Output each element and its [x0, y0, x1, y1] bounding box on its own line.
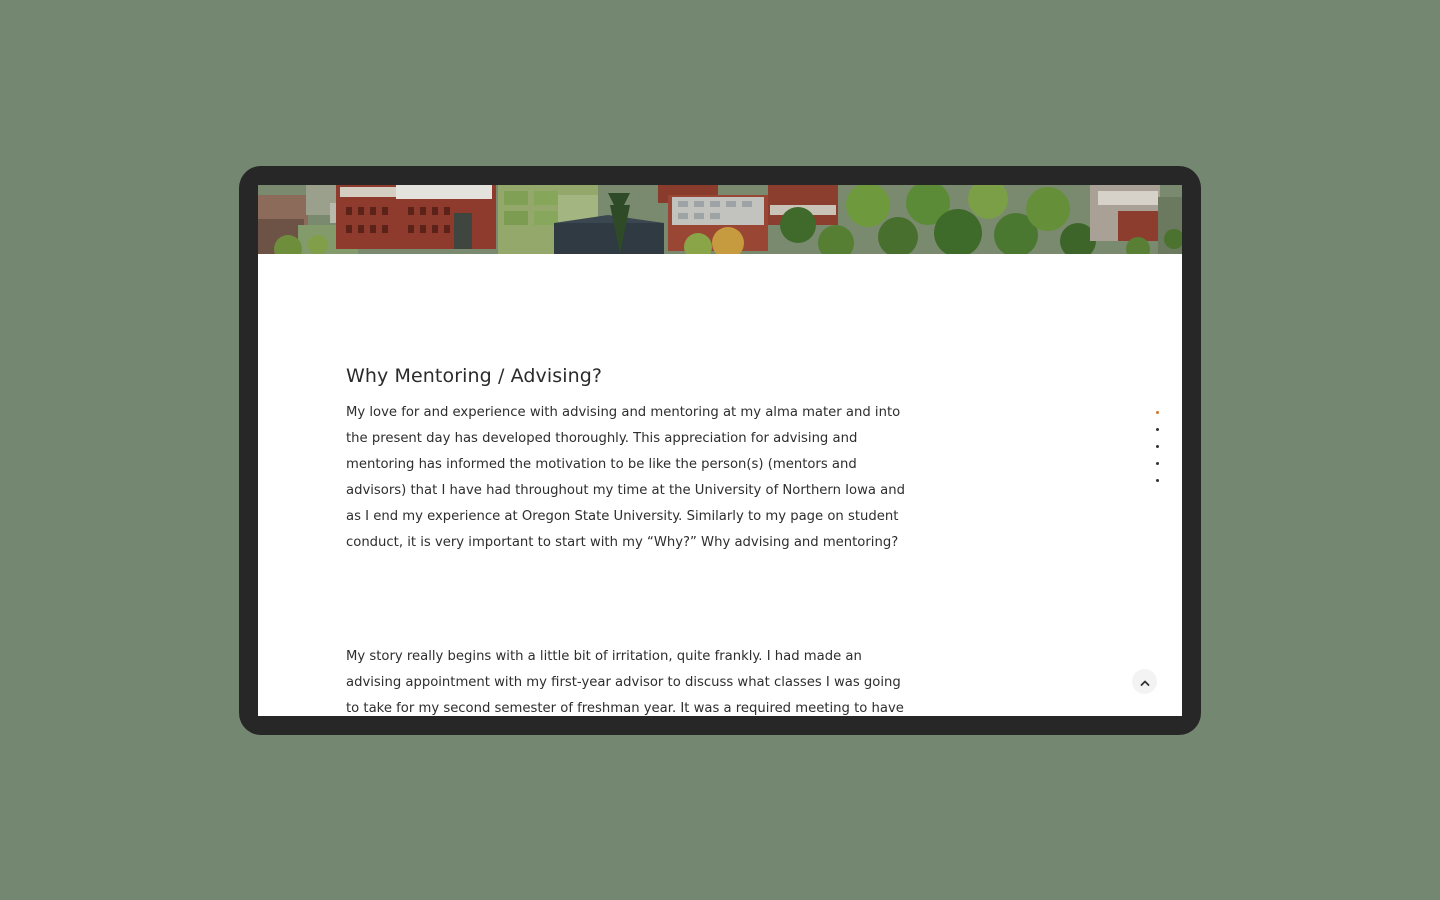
story-paragraph: My story really begins with a little bit… — [346, 649, 904, 716]
chevron-up-icon — [1140, 672, 1150, 691]
section-dot-3[interactable] — [1156, 445, 1159, 448]
browser-screen: Why Mentoring / Advising? My love for an… — [258, 185, 1182, 716]
article-content: Why Mentoring / Advising? My love for an… — [346, 363, 916, 556]
campus-banner-image — [258, 185, 1182, 254]
intro-paragraph: My love for and experience with advising… — [346, 405, 905, 550]
section-dot-1[interactable] — [1156, 411, 1159, 414]
section-dot-4[interactable] — [1156, 462, 1159, 465]
device-frame: Why Mentoring / Advising? My love for an… — [239, 166, 1201, 735]
back-to-top-button[interactable] — [1132, 669, 1157, 694]
section-dot-5[interactable] — [1156, 479, 1159, 482]
section-nav-dots — [1156, 411, 1164, 496]
section-dot-2[interactable] — [1156, 428, 1159, 431]
page-heading: Why Mentoring / Advising? — [346, 365, 603, 387]
